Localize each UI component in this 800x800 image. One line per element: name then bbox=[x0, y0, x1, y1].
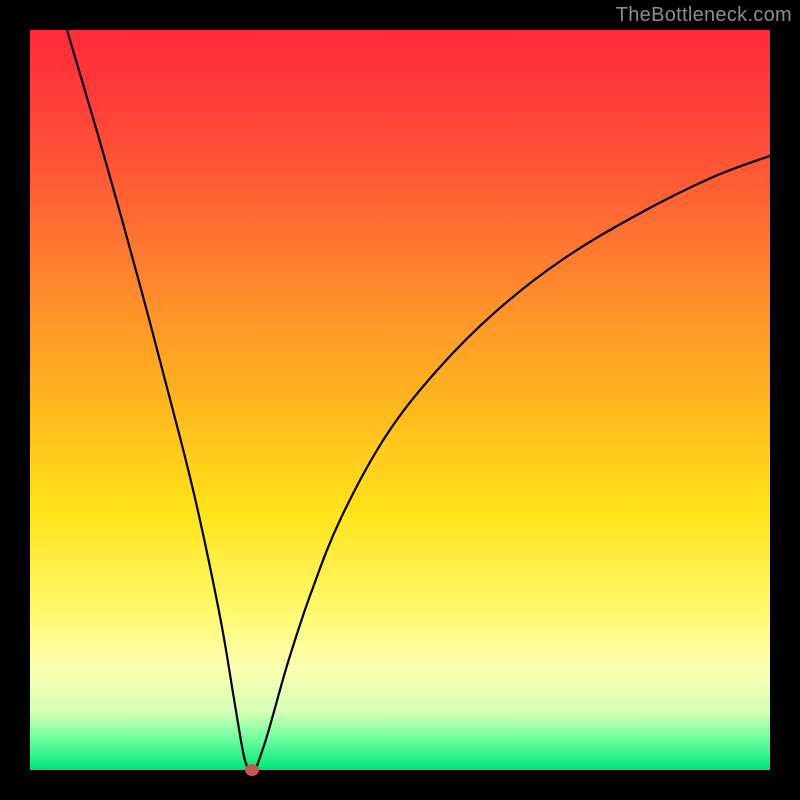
minimum-marker bbox=[245, 764, 259, 776]
chart-frame: TheBottleneck.com bbox=[0, 0, 800, 800]
curve-svg bbox=[30, 30, 770, 770]
watermark-text: TheBottleneck.com bbox=[616, 4, 792, 27]
plot-area bbox=[30, 30, 770, 770]
bottleneck-curve bbox=[67, 30, 770, 770]
